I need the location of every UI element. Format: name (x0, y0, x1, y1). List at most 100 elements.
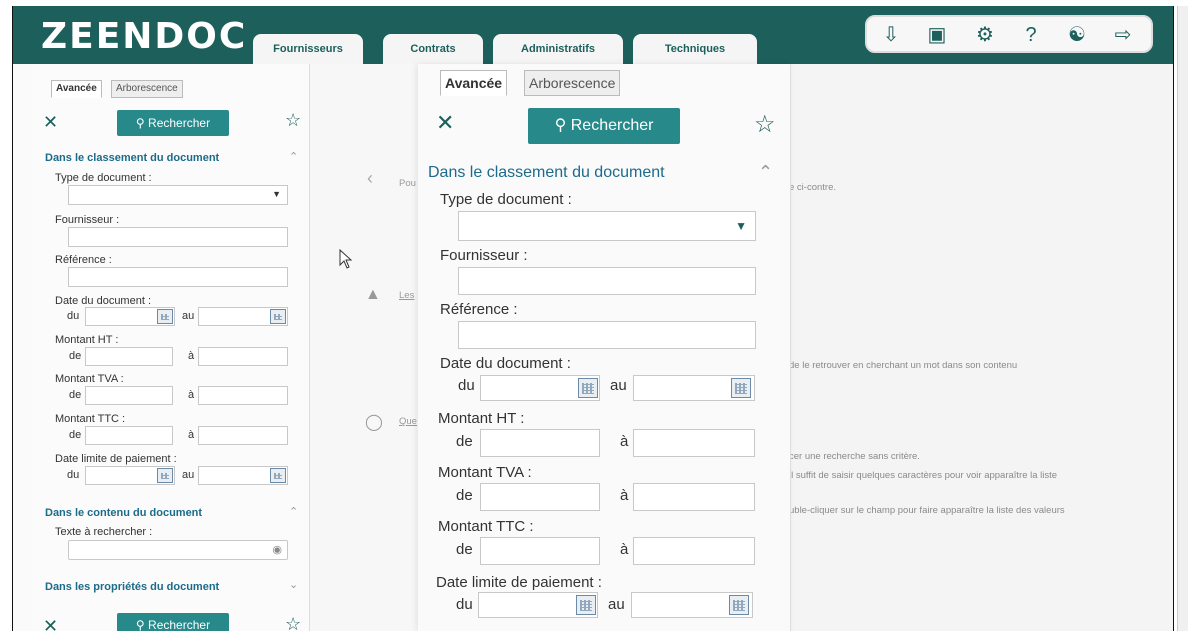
close-icon[interactable]: ✕ (43, 112, 58, 133)
search-button-label: Rechercher (148, 618, 211, 631)
tab-arborescence[interactable]: Arborescence (524, 70, 621, 96)
search-button-bottom[interactable]: ⚲ Rechercher (117, 613, 229, 631)
help-link-les[interactable]: Les (399, 290, 414, 301)
tab-arborescence[interactable]: Arborescence (111, 80, 183, 98)
label-date-doc: Date du document : (440, 355, 571, 372)
zeendoc-logo: ZEENDOC (41, 16, 248, 57)
calendar-icon[interactable] (157, 309, 173, 324)
montant-ttc-from-input[interactable] (480, 537, 600, 565)
label-au: au (608, 596, 625, 613)
help-line-3: cer une recherche sans critère. (789, 451, 920, 462)
label-du: du (67, 469, 80, 481)
label-date-limite: Date limite de paiement : (55, 453, 177, 465)
label-texte: Texte à rechercher : (55, 526, 153, 538)
top-navigation-bar: ZEENDOC Fournisseurs Contrats Administra… (13, 6, 1173, 64)
label-montant-ttc: Montant TTC : (55, 413, 126, 425)
label-a: à (188, 429, 195, 441)
logout-icon[interactable]: ⇨ (1111, 23, 1135, 47)
label-de: de (456, 433, 473, 450)
calendar-icon[interactable] (270, 309, 286, 324)
montant-ttc-from-input[interactable] (85, 426, 173, 445)
calendar-icon[interactable] (157, 468, 173, 483)
calendar-icon[interactable] (731, 378, 751, 398)
search-button-label: Rechercher (148, 116, 211, 130)
montant-ht-from-input[interactable] (85, 347, 173, 366)
type-doc-select[interactable]: ▼ (458, 211, 756, 241)
calendar-icon[interactable] (729, 595, 749, 615)
tab-techniques[interactable]: Techniques (633, 34, 757, 64)
gear-icon[interactable]: ⚙ (973, 23, 997, 47)
user-upload-icon[interactable]: ☯ (1065, 23, 1089, 47)
help-panel: e ci-contre. de le retrouver en cherchan… (783, 64, 1173, 631)
chevron-up-icon[interactable]: ⌃ (289, 505, 298, 518)
lock-icon: ▲ (365, 286, 381, 303)
montant-ht-to-input[interactable] (633, 429, 755, 457)
label-a: à (620, 487, 629, 504)
label-de: de (456, 487, 473, 504)
fournisseur-input[interactable] (458, 267, 756, 295)
dropdown-arrow-icon: ▼ (272, 189, 281, 199)
star-icon[interactable]: ☆ (285, 614, 301, 631)
search-button-label: Rechercher (570, 117, 654, 134)
type-doc-select[interactable]: ▼ (68, 185, 288, 205)
help-line-2: de le retrouver en cherchant un mot dans… (789, 360, 1018, 371)
section-proprietes[interactable]: Dans les propriétés du document (45, 581, 219, 593)
label-reference: Référence : (55, 254, 112, 266)
calendar-icon[interactable] (578, 378, 598, 398)
montant-tva-from-input[interactable] (480, 483, 600, 511)
label-a: à (188, 389, 195, 401)
montant-tva-from-input[interactable] (85, 386, 173, 405)
star-icon[interactable]: ☆ (754, 110, 776, 139)
briefcase-icon[interactable]: ▣ (925, 23, 949, 47)
section-classement[interactable]: Dans le classement du document (45, 152, 219, 164)
label-au: au (182, 310, 195, 322)
search-button[interactable]: ⚲ Rechercher (117, 110, 229, 136)
close-icon[interactable]: ✕ (436, 110, 454, 136)
help-link-que[interactable]: Que (399, 416, 417, 427)
montant-ht-to-input[interactable] (198, 347, 288, 366)
chevron-left-icon[interactable]: ‹ (367, 168, 373, 189)
close-icon[interactable]: ✕ (43, 616, 58, 631)
help-line-5: uble-cliquer sur le champ pour faire app… (789, 505, 1065, 516)
toolbar-icons: ⇩ ▣ ⚙ ? ☯ ⇨ (865, 15, 1153, 53)
dropdown-arrow-icon: ▼ (735, 219, 747, 233)
help-intro-text: Pou (399, 178, 416, 189)
help-line-1: e ci-contre. (789, 182, 836, 193)
star-icon[interactable]: ☆ (285, 110, 301, 131)
label-du: du (458, 377, 475, 394)
mouse-cursor-icon (339, 249, 353, 269)
tab-avancee[interactable]: Avancée (51, 80, 102, 98)
label-a: à (620, 433, 629, 450)
chevron-down-icon[interactable]: ⌄ (289, 578, 298, 591)
montant-ttc-to-input[interactable] (633, 537, 755, 565)
radio-icon[interactable]: ◉ (272, 543, 282, 556)
chevron-up-icon[interactable]: ⌃ (758, 162, 773, 183)
reference-input[interactable] (458, 321, 756, 349)
label-a: à (188, 350, 195, 362)
inbox-download-icon[interactable]: ⇩ (879, 23, 903, 47)
montant-tva-to-input[interactable] (633, 483, 755, 511)
tab-contrats[interactable]: Contrats (383, 34, 483, 64)
label-au: au (610, 377, 627, 394)
tab-administratifs[interactable]: Administratifs (493, 34, 623, 64)
scrollbar[interactable] (1177, 6, 1188, 631)
label-montant-tva: Montant TVA : (55, 373, 124, 385)
montant-ttc-to-input[interactable] (198, 426, 288, 445)
label-date-limite: Date limite de paiement : (436, 574, 602, 591)
texte-input[interactable]: ◉ (68, 540, 288, 560)
label-du: du (67, 310, 80, 322)
tab-avancee[interactable]: Avancée (440, 70, 508, 96)
section-classement[interactable]: Dans le classement du document (428, 164, 665, 182)
reference-input[interactable] (68, 267, 288, 287)
section-contenu[interactable]: Dans le contenu du document (45, 507, 202, 519)
calendar-icon[interactable] (576, 595, 596, 615)
tab-fournisseurs[interactable]: Fournisseurs (253, 34, 363, 64)
montant-tva-to-input[interactable] (198, 386, 288, 405)
montant-ht-from-input[interactable] (480, 429, 600, 457)
label-du: du (456, 596, 473, 613)
search-button[interactable]: ⚲ Rechercher (528, 108, 680, 144)
calendar-icon[interactable] (270, 468, 286, 483)
fournisseur-input[interactable] (68, 227, 288, 247)
chevron-up-icon[interactable]: ⌃ (289, 150, 298, 163)
help-icon[interactable]: ? (1019, 23, 1043, 47)
